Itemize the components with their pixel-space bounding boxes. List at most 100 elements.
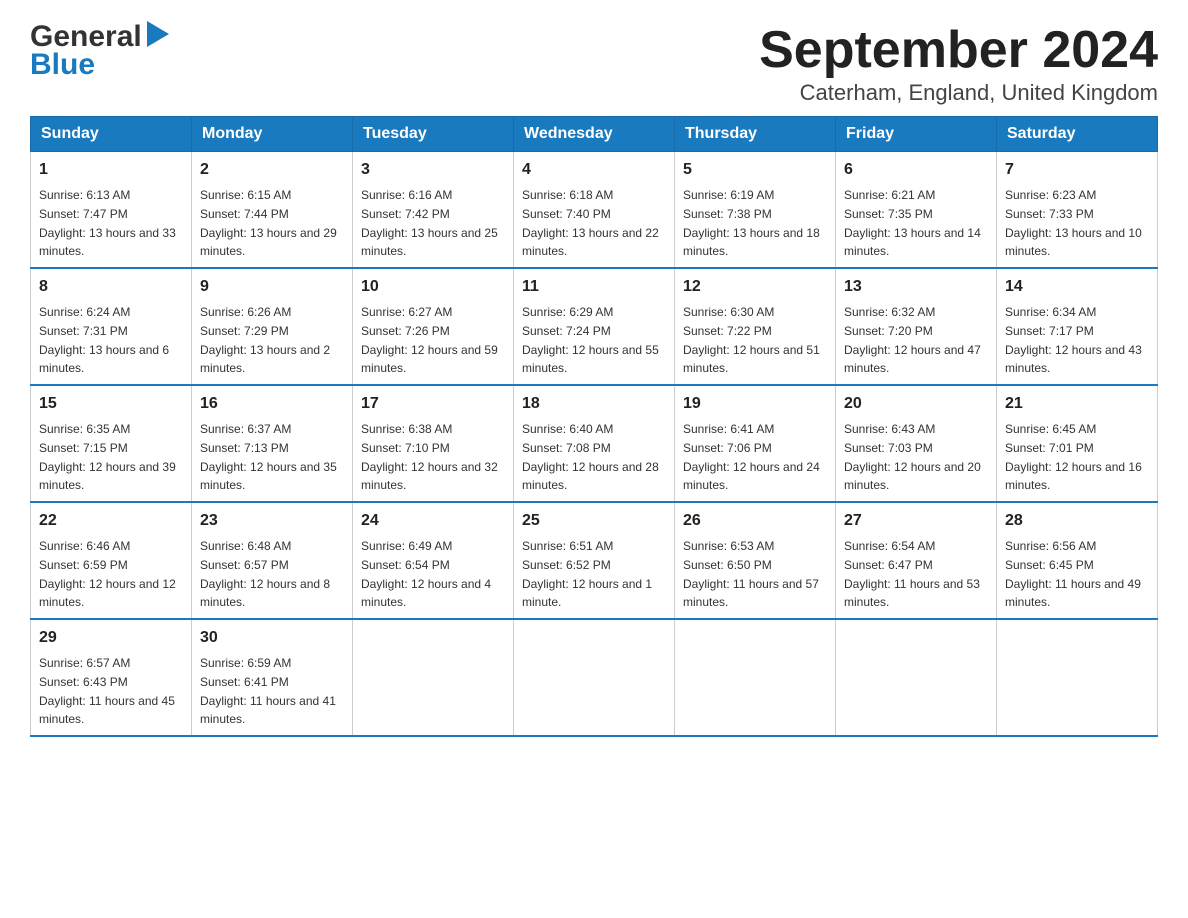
table-row: 27 Sunrise: 6:54 AMSunset: 6:47 PMDaylig… bbox=[836, 502, 997, 619]
calendar-week-1: 1 Sunrise: 6:13 AMSunset: 7:47 PMDayligh… bbox=[31, 152, 1158, 269]
day-info: Sunrise: 6:16 AMSunset: 7:42 PMDaylight:… bbox=[361, 188, 498, 258]
day-info: Sunrise: 6:37 AMSunset: 7:13 PMDaylight:… bbox=[200, 422, 337, 492]
day-info: Sunrise: 6:35 AMSunset: 7:15 PMDaylight:… bbox=[39, 422, 176, 492]
table-row: 11 Sunrise: 6:29 AMSunset: 7:24 PMDaylig… bbox=[514, 268, 675, 385]
logo-blue-text: Blue bbox=[30, 48, 95, 82]
table-row bbox=[836, 619, 997, 736]
day-number: 26 bbox=[683, 509, 827, 533]
table-row: 22 Sunrise: 6:46 AMSunset: 6:59 PMDaylig… bbox=[31, 502, 192, 619]
day-number: 9 bbox=[200, 275, 344, 299]
table-row: 14 Sunrise: 6:34 AMSunset: 7:17 PMDaylig… bbox=[997, 268, 1158, 385]
day-number: 11 bbox=[522, 275, 666, 299]
day-number: 13 bbox=[844, 275, 988, 299]
calendar-header-row: Sunday Monday Tuesday Wednesday Thursday… bbox=[31, 117, 1158, 152]
calendar-title: September 2024 bbox=[759, 20, 1158, 80]
table-row: 7 Sunrise: 6:23 AMSunset: 7:33 PMDayligh… bbox=[997, 152, 1158, 269]
day-info: Sunrise: 6:27 AMSunset: 7:26 PMDaylight:… bbox=[361, 305, 498, 375]
header-friday: Friday bbox=[836, 117, 997, 152]
day-number: 28 bbox=[1005, 509, 1149, 533]
table-row: 2 Sunrise: 6:15 AMSunset: 7:44 PMDayligh… bbox=[192, 152, 353, 269]
table-row bbox=[514, 619, 675, 736]
calendar-subtitle: Caterham, England, United Kingdom bbox=[759, 80, 1158, 106]
day-number: 19 bbox=[683, 392, 827, 416]
day-number: 27 bbox=[844, 509, 988, 533]
day-info: Sunrise: 6:51 AMSunset: 6:52 PMDaylight:… bbox=[522, 539, 652, 609]
table-row: 25 Sunrise: 6:51 AMSunset: 6:52 PMDaylig… bbox=[514, 502, 675, 619]
day-info: Sunrise: 6:23 AMSunset: 7:33 PMDaylight:… bbox=[1005, 188, 1142, 258]
day-info: Sunrise: 6:38 AMSunset: 7:10 PMDaylight:… bbox=[361, 422, 498, 492]
table-row: 12 Sunrise: 6:30 AMSunset: 7:22 PMDaylig… bbox=[675, 268, 836, 385]
day-number: 2 bbox=[200, 158, 344, 182]
day-number: 1 bbox=[39, 158, 183, 182]
table-row: 4 Sunrise: 6:18 AMSunset: 7:40 PMDayligh… bbox=[514, 152, 675, 269]
header-tuesday: Tuesday bbox=[353, 117, 514, 152]
table-row: 16 Sunrise: 6:37 AMSunset: 7:13 PMDaylig… bbox=[192, 385, 353, 502]
table-row: 26 Sunrise: 6:53 AMSunset: 6:50 PMDaylig… bbox=[675, 502, 836, 619]
day-info: Sunrise: 6:32 AMSunset: 7:20 PMDaylight:… bbox=[844, 305, 981, 375]
day-number: 18 bbox=[522, 392, 666, 416]
table-row: 20 Sunrise: 6:43 AMSunset: 7:03 PMDaylig… bbox=[836, 385, 997, 502]
table-row: 24 Sunrise: 6:49 AMSunset: 6:54 PMDaylig… bbox=[353, 502, 514, 619]
day-number: 10 bbox=[361, 275, 505, 299]
day-info: Sunrise: 6:26 AMSunset: 7:29 PMDaylight:… bbox=[200, 305, 330, 375]
day-info: Sunrise: 6:59 AMSunset: 6:41 PMDaylight:… bbox=[200, 656, 336, 726]
table-row bbox=[353, 619, 514, 736]
day-number: 8 bbox=[39, 275, 183, 299]
table-row: 6 Sunrise: 6:21 AMSunset: 7:35 PMDayligh… bbox=[836, 152, 997, 269]
table-row: 5 Sunrise: 6:19 AMSunset: 7:38 PMDayligh… bbox=[675, 152, 836, 269]
table-row: 28 Sunrise: 6:56 AMSunset: 6:45 PMDaylig… bbox=[997, 502, 1158, 619]
day-number: 17 bbox=[361, 392, 505, 416]
day-info: Sunrise: 6:48 AMSunset: 6:57 PMDaylight:… bbox=[200, 539, 330, 609]
calendar-table: Sunday Monday Tuesday Wednesday Thursday… bbox=[30, 116, 1158, 737]
table-row: 3 Sunrise: 6:16 AMSunset: 7:42 PMDayligh… bbox=[353, 152, 514, 269]
day-info: Sunrise: 6:57 AMSunset: 6:43 PMDaylight:… bbox=[39, 656, 175, 726]
calendar-week-4: 22 Sunrise: 6:46 AMSunset: 6:59 PMDaylig… bbox=[31, 502, 1158, 619]
day-info: Sunrise: 6:19 AMSunset: 7:38 PMDaylight:… bbox=[683, 188, 820, 258]
table-row: 18 Sunrise: 6:40 AMSunset: 7:08 PMDaylig… bbox=[514, 385, 675, 502]
table-row bbox=[997, 619, 1158, 736]
day-info: Sunrise: 6:46 AMSunset: 6:59 PMDaylight:… bbox=[39, 539, 176, 609]
day-info: Sunrise: 6:41 AMSunset: 7:06 PMDaylight:… bbox=[683, 422, 820, 492]
day-info: Sunrise: 6:43 AMSunset: 7:03 PMDaylight:… bbox=[844, 422, 981, 492]
table-row: 1 Sunrise: 6:13 AMSunset: 7:47 PMDayligh… bbox=[31, 152, 192, 269]
day-info: Sunrise: 6:56 AMSunset: 6:45 PMDaylight:… bbox=[1005, 539, 1141, 609]
day-number: 4 bbox=[522, 158, 666, 182]
day-number: 20 bbox=[844, 392, 988, 416]
day-number: 22 bbox=[39, 509, 183, 533]
day-info: Sunrise: 6:54 AMSunset: 6:47 PMDaylight:… bbox=[844, 539, 980, 609]
table-row: 13 Sunrise: 6:32 AMSunset: 7:20 PMDaylig… bbox=[836, 268, 997, 385]
table-row: 21 Sunrise: 6:45 AMSunset: 7:01 PMDaylig… bbox=[997, 385, 1158, 502]
day-info: Sunrise: 6:53 AMSunset: 6:50 PMDaylight:… bbox=[683, 539, 819, 609]
day-number: 23 bbox=[200, 509, 344, 533]
day-info: Sunrise: 6:13 AMSunset: 7:47 PMDaylight:… bbox=[39, 188, 176, 258]
header-sunday: Sunday bbox=[31, 117, 192, 152]
table-row: 8 Sunrise: 6:24 AMSunset: 7:31 PMDayligh… bbox=[31, 268, 192, 385]
calendar-week-5: 29 Sunrise: 6:57 AMSunset: 6:43 PMDaylig… bbox=[31, 619, 1158, 736]
day-info: Sunrise: 6:49 AMSunset: 6:54 PMDaylight:… bbox=[361, 539, 491, 609]
day-info: Sunrise: 6:24 AMSunset: 7:31 PMDaylight:… bbox=[39, 305, 169, 375]
day-number: 25 bbox=[522, 509, 666, 533]
day-number: 3 bbox=[361, 158, 505, 182]
day-number: 15 bbox=[39, 392, 183, 416]
day-number: 16 bbox=[200, 392, 344, 416]
day-info: Sunrise: 6:40 AMSunset: 7:08 PMDaylight:… bbox=[522, 422, 659, 492]
table-row: 10 Sunrise: 6:27 AMSunset: 7:26 PMDaylig… bbox=[353, 268, 514, 385]
header-saturday: Saturday bbox=[997, 117, 1158, 152]
day-info: Sunrise: 6:15 AMSunset: 7:44 PMDaylight:… bbox=[200, 188, 337, 258]
calendar-week-3: 15 Sunrise: 6:35 AMSunset: 7:15 PMDaylig… bbox=[31, 385, 1158, 502]
day-number: 29 bbox=[39, 626, 183, 650]
table-row: 29 Sunrise: 6:57 AMSunset: 6:43 PMDaylig… bbox=[31, 619, 192, 736]
day-number: 14 bbox=[1005, 275, 1149, 299]
day-info: Sunrise: 6:18 AMSunset: 7:40 PMDaylight:… bbox=[522, 188, 659, 258]
table-row: 15 Sunrise: 6:35 AMSunset: 7:15 PMDaylig… bbox=[31, 385, 192, 502]
header-monday: Monday bbox=[192, 117, 353, 152]
day-number: 12 bbox=[683, 275, 827, 299]
day-number: 24 bbox=[361, 509, 505, 533]
day-info: Sunrise: 6:30 AMSunset: 7:22 PMDaylight:… bbox=[683, 305, 820, 375]
day-number: 30 bbox=[200, 626, 344, 650]
day-number: 7 bbox=[1005, 158, 1149, 182]
day-number: 5 bbox=[683, 158, 827, 182]
table-row: 30 Sunrise: 6:59 AMSunset: 6:41 PMDaylig… bbox=[192, 619, 353, 736]
table-row: 17 Sunrise: 6:38 AMSunset: 7:10 PMDaylig… bbox=[353, 385, 514, 502]
logo-triangle-shape bbox=[147, 21, 169, 52]
